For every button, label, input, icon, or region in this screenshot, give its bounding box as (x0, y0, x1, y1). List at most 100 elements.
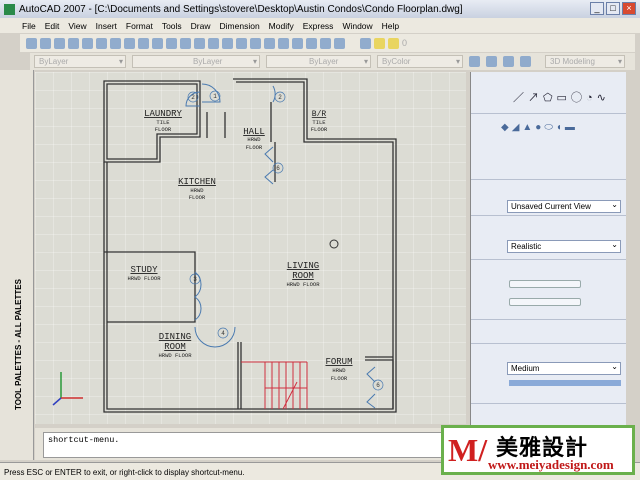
room-floor: HRWD FLOOR (158, 352, 192, 359)
tool-palettes-strip[interactable]: TOOL PALETTES - ALL PALETTES (0, 70, 34, 460)
room-floor: HRWD (247, 136, 261, 143)
color-select[interactable]: ByLayer (34, 55, 126, 68)
lineweight-select[interactable]: ByLayer (266, 55, 371, 68)
command-line[interactable]: shortcut-menu. (43, 432, 465, 458)
3d-solids-icons[interactable]: ◆◢▲●⬭◖▬ (501, 122, 578, 133)
preview-icon[interactable] (82, 37, 93, 49)
pan-icon[interactable] (194, 37, 205, 49)
room-name: ROOM (292, 271, 314, 281)
paste-icon[interactable] (138, 37, 149, 49)
properties-icon[interactable] (250, 37, 261, 49)
render-quality-select[interactable]: Medium (507, 361, 621, 375)
sheet-set-icon[interactable] (292, 37, 303, 49)
menu-dimension[interactable]: Dimension (220, 21, 260, 31)
menu-bar: File Edit View Insert Format Tools Draw … (0, 18, 640, 33)
globe-icon[interactable] (520, 56, 531, 67)
tool-palettes-label: TOOL PALETTES - ALL PALETTES (14, 279, 23, 410)
markup-icon[interactable] (306, 37, 317, 49)
undo-icon[interactable] (166, 37, 177, 49)
menu-view[interactable]: View (68, 21, 86, 31)
linetype-select[interactable]: ByLayer (132, 55, 260, 68)
command-window: shortcut-menu. (35, 428, 465, 460)
menu-express[interactable]: Express (303, 21, 334, 31)
room-floor: TILE (156, 119, 170, 126)
layer-freeze-icon[interactable] (388, 37, 399, 49)
title-bar: AutoCAD 2007 - [C:\Documents and Setting… (0, 0, 640, 18)
3d-make-section: ◆◢▲●⬭◖▬ (471, 114, 626, 180)
layer-name[interactable]: 0 (402, 38, 407, 48)
room-name: LIVING (287, 261, 319, 271)
autocad-logo-icon (4, 3, 15, 15)
room-floor: HRWD (190, 187, 204, 194)
room-name: LAUNDRY (144, 109, 182, 119)
open-icon[interactable] (40, 37, 51, 49)
new-icon[interactable] (26, 37, 37, 49)
menu-edit[interactable]: Edit (45, 21, 60, 31)
zoom-previous-icon[interactable] (236, 37, 247, 49)
room-floor: TILE (312, 119, 326, 126)
menu-format[interactable]: Format (126, 21, 153, 31)
sun-slider[interactable] (509, 280, 581, 288)
plot-icon[interactable] (68, 37, 79, 49)
menu-help[interactable]: Help (382, 21, 399, 31)
zoom-realtime-icon[interactable] (208, 37, 219, 49)
layer-manager-icon[interactable] (360, 37, 371, 49)
dashboard-panel: ／↗⬠▭◯◔∿ ◆◢▲●⬭◖▬ Unsaved Current View Rea… (470, 72, 626, 460)
door-tag: 3 (193, 276, 197, 283)
door-tags: 1 2 2 6 3 4 6 (187, 90, 384, 391)
window-title: AutoCAD 2007 - [C:\Documents and Setting… (19, 3, 463, 15)
render-icon[interactable] (503, 56, 514, 67)
menu-modify[interactable]: Modify (269, 21, 294, 31)
watermark-logo: M/ 美雅設計 www.meiyadesign.com (441, 425, 635, 475)
visual-style-section: Realistic (471, 216, 626, 260)
redo-icon[interactable] (180, 37, 191, 49)
match-properties-icon[interactable] (152, 37, 163, 49)
materials-section (471, 320, 626, 344)
room-name: KITCHEN (178, 177, 216, 187)
floorplan: 1 2 2 6 3 4 6 LAUNDRY TILE FLOOR HALL HR… (52, 78, 397, 413)
close-button[interactable]: × (622, 2, 636, 15)
draw-tools-icons[interactable]: ／↗⬠▭◯◔∿ (513, 89, 610, 105)
minimize-button[interactable]: _ (590, 2, 604, 15)
ucs-icon[interactable] (486, 56, 497, 67)
visual-style-select[interactable]: Realistic (507, 239, 621, 253)
zoom-window-icon[interactable] (222, 37, 233, 49)
help-icon[interactable] (334, 37, 345, 49)
menu-insert[interactable]: Insert (96, 21, 117, 31)
room-floor: FLOOR (189, 194, 206, 201)
draw-section: ／↗⬠▭◯◔∿ (471, 72, 626, 114)
logo-mark: M/ (448, 432, 488, 468)
layer-tool-icon[interactable] (469, 56, 480, 67)
copy-icon[interactable] (124, 37, 135, 49)
cut-icon[interactable] (110, 37, 121, 49)
design-center-icon[interactable] (264, 37, 275, 49)
maximize-button[interactable]: □ (606, 2, 620, 15)
menu-tools[interactable]: Tools (162, 21, 182, 31)
standard-toolbar: 0 (20, 34, 635, 52)
layer-on-icon[interactable] (374, 37, 385, 49)
properties-toolbar: ByLayer ByLayer ByLayer ByColor 3D Model… (30, 53, 635, 70)
ucs-icon (52, 372, 83, 406)
plotstyle-select[interactable]: ByColor (377, 55, 463, 68)
room-name: STUDY (130, 265, 158, 275)
workspace-select[interactable]: 3D Modeling (545, 55, 625, 68)
menu-file[interactable]: File (22, 21, 36, 31)
room-floor: FLOOR (155, 126, 172, 133)
view-section: Unsaved Current View (471, 180, 626, 216)
menu-draw[interactable]: Draw (191, 21, 211, 31)
room-floor: HRWD FLOOR (286, 281, 320, 288)
tool-palettes-icon[interactable] (278, 37, 289, 49)
door-tag: 6 (276, 165, 280, 172)
menu-window[interactable]: Window (342, 21, 372, 31)
room-name: B/R (312, 110, 327, 119)
door-tag: 6 (376, 382, 380, 389)
room-floor: HRWD (332, 367, 346, 374)
save-icon[interactable] (54, 37, 65, 49)
calculator-icon[interactable] (320, 37, 331, 49)
door-tag: 2 (278, 94, 282, 101)
time-slider[interactable] (509, 298, 581, 306)
publish-icon[interactable] (96, 37, 107, 49)
view-select[interactable]: Unsaved Current View (507, 199, 621, 213)
drawing-canvas[interactable]: 1 2 2 6 3 4 6 LAUNDRY TILE FLOOR HALL HR… (35, 72, 466, 424)
room-floor: FLOOR (311, 126, 328, 133)
